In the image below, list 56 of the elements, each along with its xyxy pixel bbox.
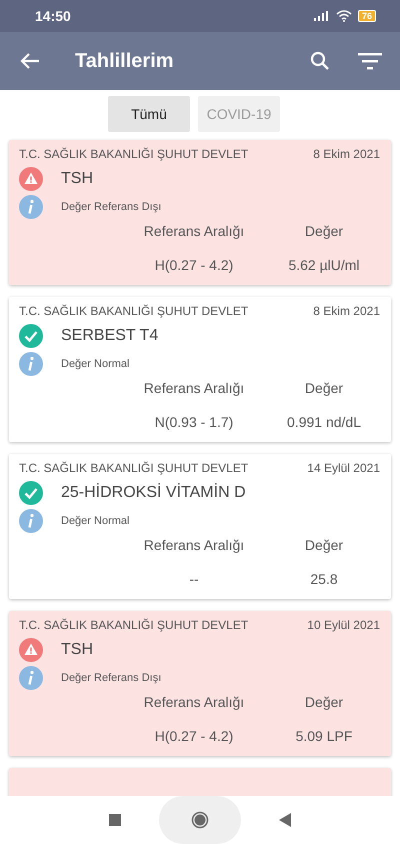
wifi-icon <box>336 10 352 22</box>
search-icon[interactable] <box>310 51 330 71</box>
result-card[interactable]: T.C. SAĞLIK BAKANLIĞI ŞUHUT DEVLET 8 Ekim 2021 SERBEST T4 Değer Normal Referans Aralığı Değer N(0.93 - 1.7) 0.991 nd/dL <box>9 297 391 442</box>
home-icon <box>191 811 209 829</box>
column-header: Referans Aralığı <box>144 694 244 710</box>
result-note: Değer Referans Dışı <box>61 672 162 684</box>
result-note: Değer Normal <box>61 515 130 527</box>
column-header: Değer <box>304 380 344 396</box>
info-icon <box>19 509 43 533</box>
result-card[interactable]: T.C. SAĞLIK BAKANLIĞI ŞUHUT DEVLET 8 Ekim 2021 TSH Değer Referans Dışı Referans Aralığı Değer H(0.27 - 4.2) 5.62 µlU/ml <box>9 140 391 285</box>
result-note: Değer Normal <box>61 358 130 370</box>
signal-icon <box>314 11 330 21</box>
reference-range: H(0.27 - 4.2) <box>154 257 234 273</box>
filter-tab[interactable]: Tümü <box>108 96 190 132</box>
clock: 14:50 <box>35 8 71 24</box>
result-value: 25.8 <box>310 571 338 587</box>
column-header: Referans Aralığı <box>144 223 244 239</box>
back-icon[interactable] <box>279 813 291 827</box>
result-date: 14 Eylül 2021 <box>307 461 380 475</box>
hospital-name: T.C. SAĞLIK BAKANLIĞI ŞUHUT DEVLET <box>19 618 248 632</box>
column-header: Değer <box>304 537 344 553</box>
info-icon <box>19 195 43 219</box>
filter-icon[interactable] <box>358 52 382 70</box>
warning-icon <box>19 167 43 191</box>
result-value: 5.62 µlU/ml <box>288 257 360 273</box>
back-arrow-icon[interactable] <box>20 52 40 70</box>
hospital-name: T.C. SAĞLIK BAKANLIĞI ŞUHUT DEVLET <box>19 461 248 475</box>
column-header: Değer <box>304 223 344 239</box>
column-header: Değer <box>304 694 344 710</box>
result-date: 10 Eylül 2021 <box>307 618 380 632</box>
result-card[interactable]: T.C. SAĞLIK BAKANLIĞI ŞUHUT DEVLET 14 Eylül 2021 25-HİDROKSİ VİTAMİN D Değer Normal Referans Aralığı Değer -- 25.8 <box>9 454 391 599</box>
hospital-name: T.C. SAĞLIK BAKANLIĞI ŞUHUT DEVLET <box>19 147 248 161</box>
home-button[interactable] <box>159 796 241 844</box>
info-icon <box>19 352 43 376</box>
result-date: 8 Ekim 2021 <box>313 147 380 161</box>
screen-title: Tahlillerim <box>75 50 175 72</box>
result-note: Değer Referans Dışı <box>61 201 162 213</box>
battery-indicator: 76 <box>358 10 376 22</box>
result-value: 0.991 nd/dL <box>287 414 361 430</box>
result-date: 8 Ekim 2021 <box>313 304 380 318</box>
check-icon <box>19 324 43 348</box>
column-header: Referans Aralığı <box>144 380 244 396</box>
test-name: SERBEST T4 <box>61 327 158 345</box>
column-header: Referans Aralığı <box>144 537 244 553</box>
result-card[interactable]: T.C. SAĞLIK BAKANLIĞI ŞUHUT DEVLET 10 Eylül 2021 TSH Değer Referans Dışı Referans Aralığı Değer H(0.27 - 4.2) 5.09 LPF <box>9 611 391 756</box>
warning-icon <box>19 638 43 662</box>
test-name: TSH <box>61 170 93 188</box>
info-icon <box>19 666 43 690</box>
hospital-name: T.C. SAĞLIK BAKANLIĞI ŞUHUT DEVLET <box>19 304 248 318</box>
reference-range: H(0.27 - 4.2) <box>154 728 234 744</box>
reference-range: -- <box>189 571 199 587</box>
test-name: 25-HİDROKSİ VİTAMİN D <box>61 484 246 502</box>
result-value: 5.09 LPF <box>296 728 352 744</box>
test-name: TSH <box>61 641 93 659</box>
reference-range: N(0.93 - 1.7) <box>154 414 234 430</box>
check-icon <box>19 481 43 505</box>
